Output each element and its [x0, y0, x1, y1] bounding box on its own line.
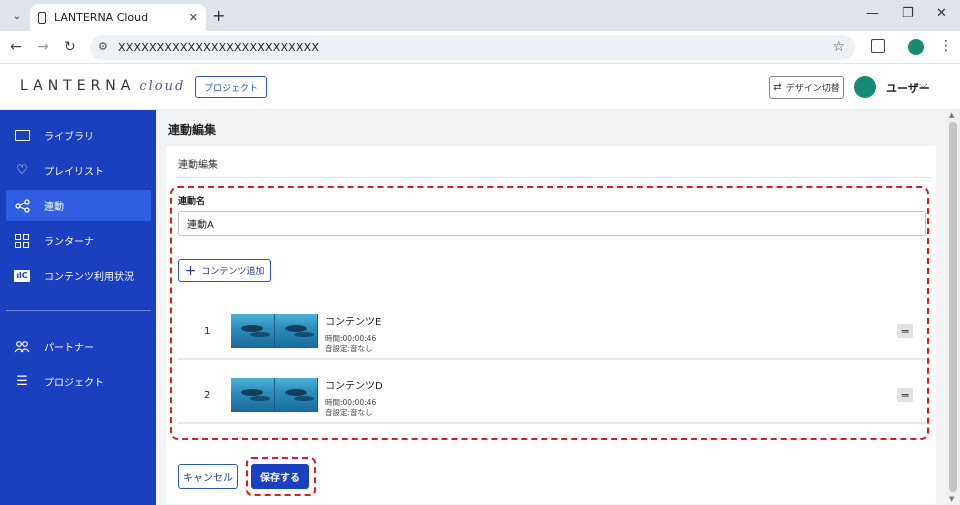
row-index: 1	[204, 326, 211, 337]
content-thumbnail	[231, 314, 318, 348]
drag-handle-icon[interactable]: ═	[897, 388, 913, 402]
content-row[interactable]: 2 コンテンツD 時間:00:00:46 音設定:音なし ═	[178, 370, 926, 424]
usage-icon: ılC	[14, 269, 30, 283]
linkage-name-input[interactable]: 連動A	[178, 211, 926, 236]
content-sound: 音設定:音なし	[325, 408, 373, 417]
logo-text: LANTERNA	[20, 78, 136, 94]
card-divider	[176, 177, 932, 178]
browser-toolbar: ← → ↻ ⚙ XXXXXXXXXXXXXXXXXXXXXXXXXX ☆ ⋮	[0, 31, 960, 64]
sidebar-item-label: 連動	[44, 202, 64, 213]
lanterna-logo[interactable]: LANTERNA cloud	[20, 78, 185, 94]
content-name: コンテンツE	[325, 317, 382, 328]
sidebar-item-project[interactable]: ☰ プロジェクト	[6, 366, 151, 397]
chevron-down-icon[interactable]: ⌵	[919, 78, 927, 92]
tab-search-button[interactable]: ⌄	[8, 7, 26, 25]
app-header: LANTERNA cloud プロジェクト ⇄ デザイン切替 ユーザー ⌵	[0, 64, 960, 110]
close-window-button[interactable]: ✕	[936, 6, 947, 21]
sidebar-item-label: パートナー	[44, 343, 94, 354]
share-icon	[14, 198, 30, 213]
address-bar[interactable]: ⚙ XXXXXXXXXXXXXXXXXXXXXXXXXX ☆	[90, 35, 855, 60]
sidebar-item-partners[interactable]: パートナー	[6, 331, 151, 362]
folder-icon	[14, 129, 30, 143]
row-index: 2	[204, 390, 211, 401]
design-switch-label: デザイン切替	[785, 84, 840, 94]
extensions-icon[interactable]	[871, 39, 885, 53]
add-content-button[interactable]: + コンテンツ追加	[178, 259, 271, 282]
content-thumbnail	[231, 378, 318, 412]
sidebar-item-label: コンテンツ利用状況	[44, 272, 134, 283]
bookmark-star-icon[interactable]: ☆	[832, 39, 845, 55]
main-content: 連動編集 連動編集 連動名 連動A + コンテンツ追加 1 コンテンツE 時間:…	[156, 110, 946, 505]
save-button[interactable]: 保存する	[251, 464, 309, 489]
page-title: 連動編集	[168, 123, 217, 137]
browser-profile-avatar[interactable]	[908, 39, 924, 55]
linkage-name-label: 連動名	[178, 197, 206, 207]
minimize-button[interactable]: —	[866, 6, 879, 21]
back-icon[interactable]: ←	[10, 39, 22, 55]
url-text[interactable]: XXXXXXXXXXXXXXXXXXXXXXXXXX	[118, 41, 319, 54]
new-tab-button[interactable]: +	[212, 6, 225, 25]
sidebar-divider	[6, 310, 151, 311]
project-button[interactable]: プロジェクト	[195, 76, 268, 98]
browser-tab[interactable]: LANTERNA Cloud ✕	[30, 4, 206, 31]
restore-button[interactable]: ❐	[902, 6, 914, 21]
cancel-button[interactable]: キャンセル	[178, 464, 238, 489]
device-favicon-icon	[38, 11, 46, 24]
scroll-down-icon[interactable]: ▼	[949, 495, 954, 503]
forward-icon[interactable]: →	[37, 39, 49, 55]
grid-icon	[14, 233, 30, 248]
site-settings-icon[interactable]: ⚙	[98, 40, 108, 53]
edit-card: 連動編集 連動名 連動A + コンテンツ追加 1 コンテンツE 時間:00:00…	[166, 146, 936, 504]
heart-icon: ♡	[16, 163, 28, 178]
content-sound: 音設定:音なし	[325, 344, 373, 353]
sidebar-item-library[interactable]: ライブラリ	[6, 120, 151, 151]
tab-close-icon[interactable]: ✕	[189, 11, 198, 24]
sidebar-item-playlist[interactable]: ♡ プレイリスト	[6, 155, 151, 186]
card-title: 連動編集	[178, 160, 218, 171]
browser-tab-bar: ⌄ LANTERNA Cloud ✕ + — ❐ ✕	[0, 0, 960, 31]
sidebar-item-lanterna[interactable]: ランターナ	[6, 225, 151, 256]
content-row[interactable]: 1 コンテンツE 時間:00:00:46 音設定:音なし ═	[178, 306, 926, 360]
user-avatar[interactable]	[854, 76, 876, 98]
reload-icon[interactable]: ↻	[64, 39, 76, 55]
logo-cloud-text: cloud	[139, 79, 186, 94]
sidebar: ライブラリ ♡ プレイリスト 連動 ランターナ ılC コンテンツ利用状況 パー…	[0, 110, 156, 505]
swap-arrows-icon: ⇄	[773, 82, 782, 93]
add-content-label: コンテンツ追加	[201, 267, 265, 277]
plus-icon: +	[184, 262, 197, 279]
browser-menu-icon[interactable]: ⋮	[939, 38, 953, 54]
scroll-up-icon[interactable]: ▲	[949, 111, 954, 119]
sidebar-item-label: ランターナ	[44, 237, 94, 248]
sidebar-item-label: プレイリスト	[44, 167, 104, 178]
list-icon: ☰	[16, 374, 28, 389]
chevron-down-icon: ⌄	[12, 10, 22, 22]
drag-handle-icon[interactable]: ═	[897, 324, 913, 338]
partners-icon	[14, 340, 30, 354]
sidebar-item-label: ライブラリ	[44, 132, 94, 143]
page-scrollbar[interactable]: ▲ ▼	[946, 110, 960, 505]
content-name: コンテンツD	[325, 381, 383, 392]
design-switch-button[interactable]: ⇄ デザイン切替	[769, 76, 844, 99]
sidebar-item-content-usage[interactable]: ılC コンテンツ利用状況	[6, 260, 151, 291]
sidebar-item-label: プロジェクト	[44, 378, 104, 389]
scrollbar-thumb[interactable]	[949, 122, 957, 492]
sidebar-item-linkage[interactable]: 連動	[6, 190, 151, 221]
tab-title: LANTERNA Cloud	[54, 11, 149, 24]
